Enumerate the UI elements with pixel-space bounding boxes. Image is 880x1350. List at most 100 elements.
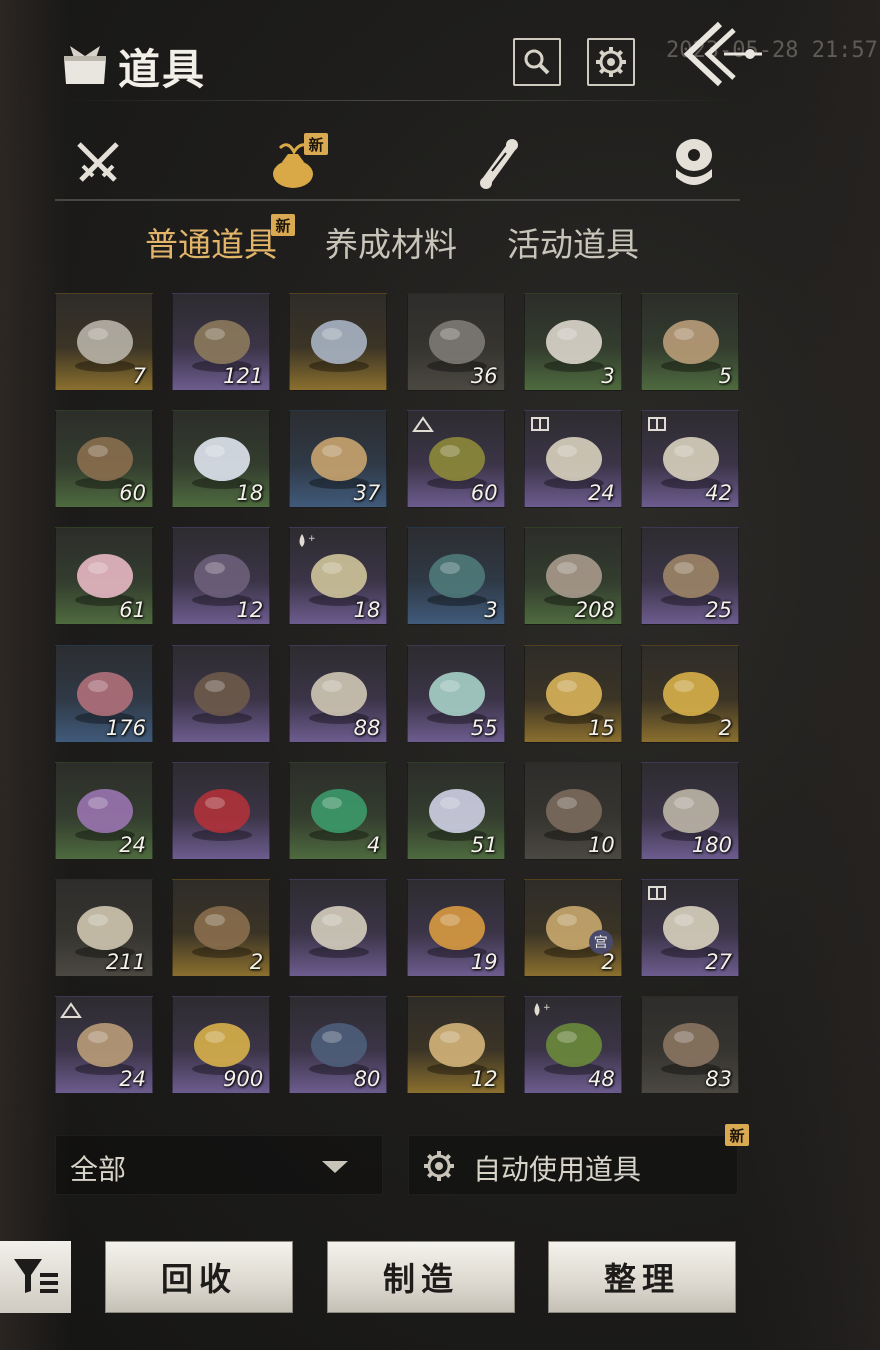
item-slot-purple-flower[interactable]: 24 [55, 761, 153, 860]
organize-button[interactable]: 整理 [548, 1241, 736, 1313]
tab-items[interactable]: 新 [250, 125, 336, 201]
item-count: 60 [470, 481, 498, 506]
item-slot-rice-sack[interactable]: 211 [55, 879, 153, 977]
item-slot-wheel[interactable]: 25 [641, 527, 739, 626]
up-arrow-icon [60, 1002, 82, 1019]
item-slot-pink-blossom[interactable]: 61 [55, 527, 153, 626]
item-count: 7 [132, 364, 146, 388]
recycle-button[interactable]: 回收 [105, 1241, 293, 1313]
item-slot-ore-rock[interactable]: 36 [406, 293, 505, 391]
item-count: 18 [353, 598, 381, 623]
item-slot-heart-box[interactable]: 12 [406, 996, 505, 1095]
category-filter-dropdown[interactable]: 全部 [55, 1135, 383, 1195]
filter-list-icon [14, 1259, 58, 1293]
item-slot-talisman[interactable]: 900 [172, 996, 271, 1095]
item-slot-small-flower[interactable]: 51 [406, 761, 505, 860]
tab-misc[interactable] [651, 125, 737, 201]
item-count: 180 [691, 832, 732, 857]
letter-icon [309, 906, 370, 958]
settings-button[interactable] [587, 38, 635, 86]
item-count: 37 [353, 481, 381, 506]
item-count: 15 [588, 715, 615, 740]
background-shade-right [740, 0, 880, 1350]
item-count: 176 [105, 715, 146, 740]
item-count: 88 [353, 715, 381, 740]
item-count: 24 [119, 832, 146, 857]
item-slot-dark-horn[interactable]: 12 [172, 527, 271, 626]
item-count: 36 [470, 364, 498, 388]
page-title: 道具 [118, 45, 207, 94]
item-slot-crystal-orb[interactable]: 19 [406, 879, 505, 977]
book-icon [530, 417, 549, 432]
item-count: 2 [601, 950, 615, 974]
item-slot-soap-box[interactable]: 55 [406, 644, 505, 743]
filter-selected-value: 全部 [70, 1153, 127, 1186]
item-slot-flour-bowl[interactable]: 180 [641, 761, 739, 860]
item-slot-treasure-chest[interactable]: 121 [172, 293, 271, 391]
item-count: 121 [223, 364, 264, 388]
item-count: 60 [119, 481, 146, 506]
item-slot-spears[interactable]: 83 [641, 996, 739, 1095]
item-slot-jade-tile[interactable]: 4 [289, 761, 388, 860]
item-slot-logs[interactable]: 5 [641, 293, 739, 391]
item-slot-wooden-chest[interactable] [172, 644, 271, 743]
item-slot-spirit-wisp[interactable] [289, 293, 388, 391]
new-badge: 新 [271, 214, 295, 236]
tab-weapons[interactable] [55, 125, 141, 201]
subtab-common-items[interactable]: 普通道具 [145, 218, 277, 266]
auto-use-items-button[interactable]: 自动使用道具 新 [408, 1124, 749, 1195]
subtab-materials[interactable]: 养成材料 [325, 218, 457, 266]
item-count: 10 [588, 832, 615, 857]
new-badge: 新 [304, 133, 328, 155]
new-badge: 新 [725, 1124, 749, 1146]
item-slot-red-flower[interactable] [172, 761, 271, 860]
item-slot-wood-pile[interactable]: 10 [523, 761, 622, 860]
item-slot-blue-chest[interactable]: 80 [289, 996, 388, 1095]
item-count: 80 [353, 1067, 381, 1092]
item-count: 51 [470, 832, 498, 857]
item-slot-dove-token[interactable]: 88 [289, 644, 388, 743]
book-icon [648, 417, 666, 432]
red-flower-icon [192, 788, 253, 841]
item-count: 2 [249, 950, 264, 974]
craft-button[interactable]: 制造 [327, 1241, 515, 1313]
item-slot-herb-dish[interactable]: 60 [406, 410, 505, 509]
item-slot-rice-balls[interactable]: +48 [523, 996, 622, 1095]
item-slot-wood-planks[interactable]: 24 [55, 996, 153, 1095]
item-slot-letter[interactable] [289, 879, 388, 977]
spirit-wisp-icon [309, 320, 370, 372]
tab-scrolls[interactable] [455, 125, 541, 201]
back-button[interactable] [680, 20, 770, 90]
category-tabs: 新 [55, 125, 740, 205]
item-count: 4 [367, 832, 381, 857]
craft-button-label: 制造 [382, 1260, 459, 1298]
item-slot-paper-note-3[interactable]: 27 [641, 879, 739, 977]
item-count: 24 [588, 481, 615, 506]
item-slot-gift-box[interactable]: 3 [406, 527, 505, 626]
item-slot-horn[interactable]: 37 [289, 410, 388, 509]
item-slot-mushroom[interactable]: 3 [523, 293, 622, 391]
item-slot-palace-box[interactable]: 宫2 [523, 879, 622, 977]
search-button[interactable] [513, 38, 561, 86]
recycle-button-label: 回收 [160, 1260, 237, 1298]
item-count: 900 [223, 1067, 264, 1092]
item-slot-paper-note[interactable]: 24 [523, 410, 622, 509]
item-slot-powder-box[interactable]: 176 [55, 644, 153, 743]
item-slot-broken-sword[interactable]: 7 [55, 293, 153, 391]
item-slot-paw-token[interactable]: 15 [523, 644, 622, 743]
item-count: 61 [119, 598, 146, 623]
item-count: 12 [236, 598, 264, 623]
svg-text:+: + [543, 1003, 551, 1013]
item-slot-dumpling-bowl[interactable]: +18 [289, 527, 388, 626]
sort-filter-button[interactable] [0, 1241, 71, 1313]
item-slot-paper-note-2[interactable]: 42 [641, 410, 739, 509]
item-slot-golden-bee[interactable]: 2 [641, 644, 739, 743]
item-slot-arrows[interactable]: 208 [523, 527, 622, 626]
item-slot-hammer[interactable]: 2 [172, 879, 271, 977]
item-count: 12 [470, 1067, 498, 1092]
subtab-event-items[interactable]: 活动道具 [507, 218, 639, 266]
gear-icon [424, 1151, 454, 1181]
item-slot-firewood[interactable]: 60 [55, 410, 153, 509]
organize-button-label: 整理 [603, 1260, 680, 1298]
item-slot-white-flower[interactable]: 18 [172, 410, 271, 509]
